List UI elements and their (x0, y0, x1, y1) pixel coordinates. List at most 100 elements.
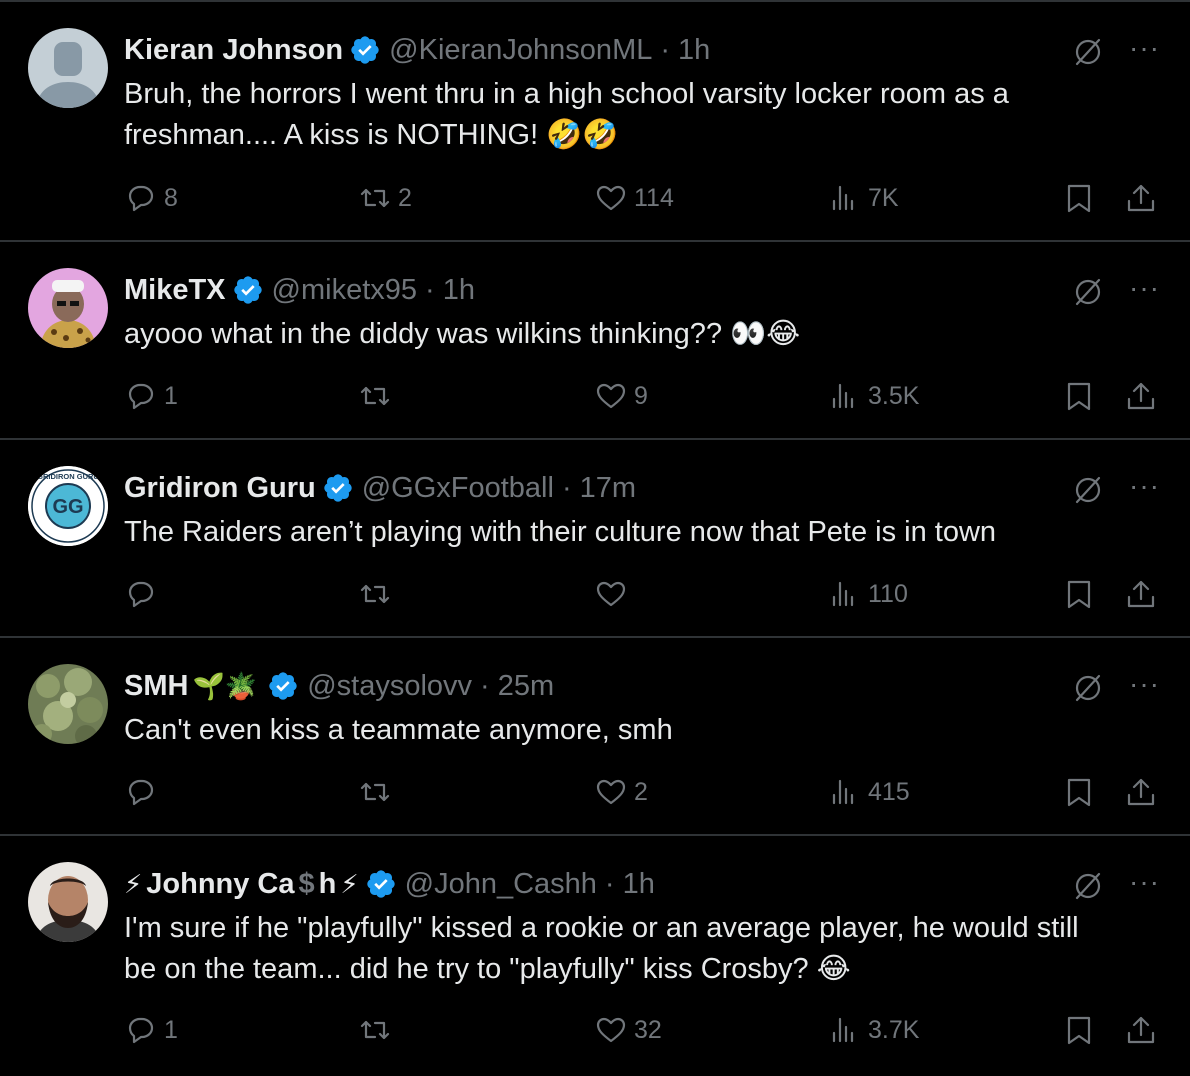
reply-count: 1 (164, 381, 178, 410)
display-name[interactable]: Kieran Johnson (124, 34, 343, 67)
more-icon[interactable]: ··· (1129, 32, 1160, 64)
avatar[interactable] (28, 268, 108, 348)
views-icon (832, 383, 854, 409)
separator-dot: · (480, 669, 490, 702)
bookmark-button[interactable] (1062, 178, 1102, 218)
bearded-man-avatar-icon (28, 862, 108, 942)
share-button[interactable] (1124, 574, 1164, 614)
action-bar: 110 (124, 574, 1164, 614)
retweet-button[interactable] (358, 1010, 398, 1050)
share-button[interactable] (1124, 772, 1164, 812)
handle[interactable]: @KieranJohnsonML (389, 34, 652, 67)
timestamp[interactable]: 1h (443, 274, 475, 307)
bookmark-button[interactable] (1062, 376, 1102, 416)
timestamp[interactable]: 25m (498, 670, 554, 703)
display-name[interactable]: MikeTX (124, 274, 226, 307)
display-name[interactable]: SMH (124, 670, 188, 703)
views-count: 110 (868, 579, 908, 608)
avatar-ring-text: GRIDIRON GURU (37, 472, 99, 481)
more-icon[interactable]: ··· (1129, 272, 1160, 304)
verified-badge-icon (324, 474, 352, 502)
share-icon (1127, 184, 1155, 212)
grok-icon[interactable] (1072, 36, 1104, 68)
handle[interactable]: @staysolovv (307, 670, 472, 703)
action-bar: 1 9 3.5K (124, 376, 1164, 416)
tweet-text: Bruh, the horrors I went thru in a high … (124, 74, 1144, 156)
reply-button[interactable] (124, 772, 164, 812)
more-icon[interactable]: ··· (1129, 470, 1160, 502)
views-button[interactable]: 3.7K (828, 1010, 919, 1050)
display-name-symbol: $ (298, 867, 315, 900)
retweet-button[interactable] (358, 574, 398, 614)
grok-icon[interactable] (1072, 474, 1104, 506)
avatar[interactable]: GG GRIDIRON GURU (28, 466, 108, 546)
views-count: 3.5K (868, 381, 920, 410)
bookmark-icon (1067, 580, 1091, 609)
retweet-button[interactable] (358, 376, 398, 416)
more-icon[interactable]: ··· (1129, 668, 1160, 700)
reply-button[interactable] (124, 574, 164, 614)
tweet-text-line: The Raiders aren’t playing with their cu… (124, 516, 997, 548)
reply-button[interactable]: 8 (124, 178, 178, 218)
tweet[interactable]: SMH 🌱🪴 @staysolovv · 25m ··· Can't even … (0, 638, 1190, 836)
like-icon (596, 185, 626, 211)
handle[interactable]: @miketx95 (272, 274, 417, 307)
views-button[interactable]: 415 (828, 772, 910, 812)
share-button[interactable] (1124, 376, 1164, 416)
like-icon (596, 779, 626, 805)
grok-icon[interactable] (1072, 276, 1104, 308)
avatar[interactable] (28, 664, 108, 744)
tweet-header: Kieran Johnson @KieranJohnsonML · 1h (124, 30, 710, 70)
share-button[interactable] (1124, 1010, 1164, 1050)
tweet-text: The Raiders aren’t playing with their cu… (124, 512, 1144, 553)
share-button[interactable] (1124, 178, 1164, 218)
views-button[interactable]: 7K (828, 178, 899, 218)
reply-count: 1 (164, 1015, 178, 1044)
avatar[interactable] (28, 862, 108, 942)
display-name-tail: h (318, 867, 337, 900)
bookmark-button[interactable] (1062, 1010, 1102, 1050)
grok-icon[interactable] (1072, 672, 1104, 704)
views-icon (832, 581, 854, 607)
tweet[interactable]: Kieran Johnson @KieranJohnsonML · 1h ···… (0, 2, 1190, 242)
share-icon (1127, 1016, 1155, 1044)
reply-button[interactable]: 1 (124, 376, 178, 416)
reply-icon (128, 779, 154, 806)
handle[interactable]: @GGxFootball (362, 472, 554, 505)
handle[interactable]: @John_Cashh (405, 868, 597, 901)
verified-badge-icon (351, 36, 379, 64)
tweet-text: ayooo what in the diddy was wilkins thin… (124, 314, 1144, 355)
tweet[interactable]: MikeTX @miketx95 · 1h ··· ayooo what in … (0, 242, 1190, 440)
reply-button[interactable]: 1 (124, 1010, 178, 1050)
bookmark-button[interactable] (1062, 574, 1102, 614)
verified-badge-icon (269, 672, 297, 700)
display-name[interactable]: Gridiron Guru (124, 472, 316, 505)
like-button[interactable]: 2 (594, 772, 648, 812)
like-button[interactable] (594, 574, 634, 614)
grok-icon[interactable] (1072, 870, 1104, 902)
tweet-text-line: I'm sure if he "playfully" kissed a rook… (124, 912, 1079, 944)
action-bar: 2 415 (124, 772, 1164, 812)
tweet[interactable]: GG GRIDIRON GURU Gridiron Guru @GGxFootb… (0, 440, 1190, 638)
display-name[interactable]: Johnny Ca (146, 868, 294, 901)
views-count: 415 (868, 777, 910, 806)
like-button[interactable]: 114 (594, 178, 674, 218)
like-button[interactable]: 9 (594, 376, 648, 416)
bookmark-button[interactable] (1062, 772, 1102, 812)
views-button[interactable]: 110 (828, 574, 908, 614)
timestamp[interactable]: 1h (623, 868, 655, 901)
bookmark-icon (1067, 1016, 1091, 1045)
tweet[interactable]: ⚡ Johnny Ca $ h ⚡ @John_Cashh · 1h ··· I… (0, 836, 1190, 1076)
timestamp[interactable]: 1h (678, 34, 710, 67)
timestamp[interactable]: 17m (580, 472, 636, 505)
retweet-button[interactable] (358, 772, 398, 812)
avatar[interactable] (28, 28, 108, 108)
views-icon (832, 779, 854, 805)
like-button[interactable]: 32 (594, 1010, 662, 1050)
reply-icon (128, 581, 154, 608)
more-icon[interactable]: ··· (1129, 866, 1160, 898)
retweet-button[interactable]: 2 (358, 178, 412, 218)
plant-photo-avatar-icon (28, 664, 108, 744)
views-button[interactable]: 3.5K (828, 376, 919, 416)
views-icon (832, 1017, 854, 1043)
